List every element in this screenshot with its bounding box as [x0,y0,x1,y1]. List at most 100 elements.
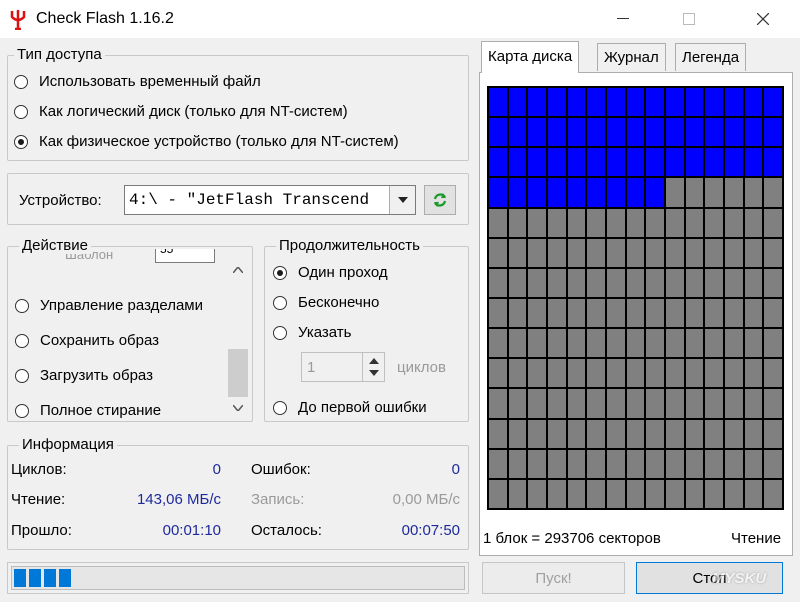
radio-button[interactable] [15,403,29,418]
disk-block-used [764,88,782,117]
disk-block-pending [744,449,763,478]
disk-block-pending [705,178,723,207]
usb-trident-icon [10,10,26,30]
disk-block-pending [646,208,664,237]
disk-block-pending [744,268,763,297]
progress-segment [59,569,71,587]
title-bar: Check Flash 1.16.2 [0,0,800,38]
progress-frame [7,562,469,594]
elapsed-value: 00:01:10 [162,522,221,539]
disk-block-pending [547,359,566,388]
duration-option-specify[interactable]: Указать [273,324,352,341]
disk-block-used [705,88,723,117]
disk-block-pending [724,419,743,448]
disk-block-pending [528,298,546,328]
chevron-up-icon[interactable] [233,267,243,273]
disk-block-pending [587,419,605,448]
action-option-save-image[interactable]: Сохранить образ [15,332,159,349]
duration-option-one-pass[interactable]: Один проход [273,264,388,281]
tab-label: Журнал [604,49,659,66]
disk-block-pending [567,208,586,237]
radio-button[interactable] [14,104,28,119]
radio-button[interactable] [273,295,287,310]
disk-block-pending [685,329,704,358]
disk-block-pending [705,449,723,478]
access-option-physical-device[interactable]: Как физическое устройство (только для NT… [14,133,399,150]
tab-legend[interactable]: Легенда [675,43,747,71]
disk-block-used [744,118,763,147]
radio-button[interactable] [273,400,287,415]
radio-button[interactable] [15,298,29,313]
duration-option-label: Указать [298,324,352,341]
device-select[interactable]: 4:\ - "JetFlash Transcend [124,185,416,215]
disk-block-pending [646,479,664,508]
spinner-buttons[interactable] [362,353,384,381]
duration-option-until-error[interactable]: До первой ошибки [273,399,427,416]
radio-button[interactable] [273,325,287,340]
disk-block-pending [685,238,704,267]
info-legend: Информация [19,436,117,453]
spin-down-icon[interactable] [369,370,379,376]
disk-block-pending [626,389,645,418]
radio-button[interactable] [273,265,287,280]
action-list: Шаблон 55 Управление разделами Сохранить… [10,249,226,419]
progress-segment [14,569,26,587]
start-button-label: Пуск! [535,569,572,587]
disk-block-pending [528,208,546,237]
disk-block-pending [685,449,704,478]
spin-up-icon[interactable] [369,358,379,364]
scrollbar-thumb[interactable] [228,349,248,397]
minimize-button[interactable] [600,0,646,38]
action-option-load-image[interactable]: Загрузить образ [15,367,153,384]
duration-option-label: Один проход [298,264,388,281]
disk-block-pending [528,389,546,418]
radio-button[interactable] [14,134,28,149]
tab-disk-map[interactable]: Карта диска [481,41,580,73]
disk-block-pending [508,449,527,478]
disk-block-pending [606,359,625,388]
disk-block-used [508,148,527,177]
disk-block-pending [724,238,743,267]
action-option-full-erase[interactable]: Полное стирание [15,402,161,419]
disk-block-used [587,88,605,117]
radio-button[interactable] [15,333,29,348]
disk-block-pending [489,419,507,448]
disk-block-pending [547,238,566,267]
disk-block-pending [587,329,605,358]
disk-block-pending [685,479,704,508]
cycles-spinner[interactable]: 1 [301,352,385,382]
action-scrollbar[interactable] [228,257,248,419]
disk-block-pending [508,208,527,237]
maximize-button[interactable] [666,0,712,38]
disk-block-pending [567,389,586,418]
pattern-partial-field[interactable]: 55 [155,249,215,263]
chevron-down-icon[interactable] [233,405,243,411]
disk-block-pending [646,238,664,267]
disk-block-used [724,88,743,117]
radio-button[interactable] [15,368,29,383]
access-option-temp-file[interactable]: Использовать временный файл [14,73,261,90]
tab-log[interactable]: Журнал [597,43,666,71]
disk-block-pending [685,419,704,448]
disk-block-used [685,118,704,147]
disk-block-pending [724,479,743,508]
cycles-label: циклов [397,359,446,376]
disk-block-pending [489,329,507,358]
refresh-devices-button[interactable] [424,185,456,215]
disk-block-pending [587,479,605,508]
close-button[interactable] [740,0,786,38]
access-option-logical-disk[interactable]: Как логический диск (только для NT-систе… [14,103,348,120]
disk-block-pending [528,479,546,508]
disk-block-pending [626,359,645,388]
disk-block-pending [744,479,763,508]
disk-block-used [567,118,586,147]
action-option-partitions[interactable]: Управление разделами [15,297,203,314]
chevron-down-icon[interactable] [389,186,415,214]
duration-option-infinite[interactable]: Бесконечно [273,294,379,311]
start-button[interactable]: Пуск! [482,562,625,594]
watermark: MYSKU [712,570,767,587]
action-option-label: Загрузить образ [40,367,153,384]
radio-button[interactable] [14,74,28,89]
disk-block-pending [705,208,723,237]
disk-block-used [528,178,546,207]
